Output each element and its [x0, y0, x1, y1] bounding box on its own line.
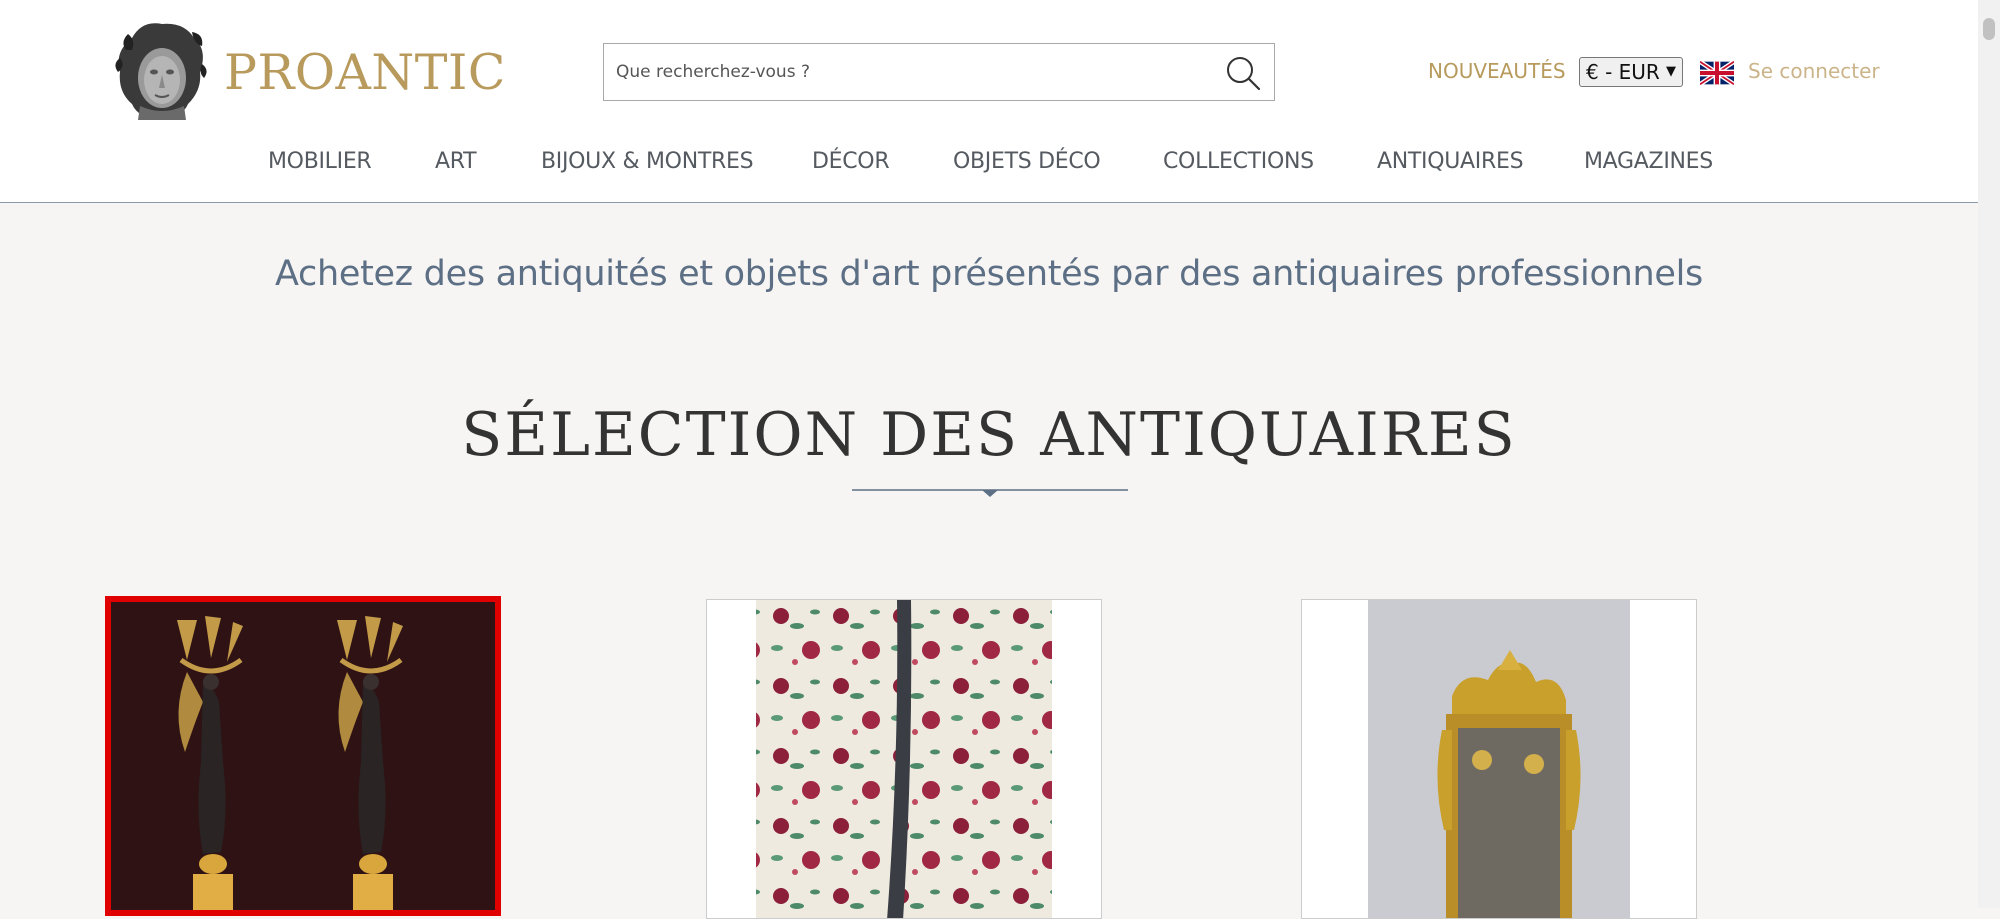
brand-logo-text[interactable]: PROANTIC [224, 44, 506, 101]
nav-item-objets-deco[interactable]: OBJETS DÉCO [953, 149, 1101, 174]
nav-item-decor[interactable]: DÉCOR [812, 149, 890, 174]
logo-bust-icon[interactable] [112, 20, 210, 122]
product-image-curtains [707, 600, 1101, 918]
product-card-curtains[interactable] [706, 599, 1102, 919]
currency-select[interactable]: € - EUR ▼ [1579, 57, 1683, 87]
product-card-mirror[interactable] [1301, 599, 1697, 919]
nav-item-magazines[interactable]: MAGAZINES [1584, 149, 1713, 174]
currency-value: € - EUR [1586, 60, 1660, 84]
chevron-down-icon: ▼ [1666, 64, 1676, 79]
scrollbar-thumb[interactable] [1983, 18, 1995, 40]
nav-item-art[interactable]: ART [435, 149, 477, 174]
main-nav: MOBILIER ART BIJOUX & MONTRES DÉCOR OBJE… [0, 149, 1978, 179]
title-divider [852, 489, 1128, 497]
nav-item-bijoux-montres[interactable]: BIJOUX & MONTRES [541, 149, 754, 174]
search-bar [603, 43, 1275, 101]
nav-item-antiquaires[interactable]: ANTIQUAIRES [1377, 149, 1524, 174]
search-input[interactable] [604, 44, 1206, 100]
nav-item-collections[interactable]: COLLECTIONS [1163, 149, 1314, 174]
search-icon[interactable] [1224, 54, 1262, 92]
site-header: PROANTIC NOUVEAUTÉS € - EUR ▼ Se connect… [0, 0, 1978, 203]
uk-flag-icon[interactable] [1700, 61, 1734, 85]
nav-item-mobilier[interactable]: MOBILIER [268, 149, 372, 174]
page-scrollbar[interactable] [1978, 0, 2000, 908]
nouveautes-link[interactable]: NOUVEAUTÉS [1428, 59, 1566, 83]
login-link[interactable]: Se connecter [1748, 59, 1880, 83]
product-image-mirror [1302, 600, 1696, 918]
product-image-candelabra [111, 602, 495, 910]
section-title: SÉLECTION DES ANTIQUAIRES [461, 400, 1517, 470]
page-tagline: Achetez des antiquités et objets d'art p… [275, 254, 1703, 294]
product-card-candelabra[interactable] [105, 596, 501, 916]
